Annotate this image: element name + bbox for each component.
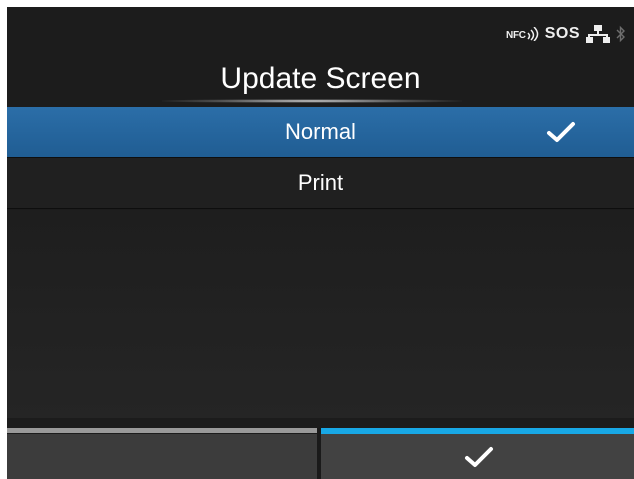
softkey-left-indicator [7,428,317,433]
softkey-left-button[interactable] [7,434,317,479]
nfc-icon: NFC [506,27,539,41]
option-print[interactable]: Print [7,158,634,209]
confirm-button[interactable] [321,434,634,479]
option-label: Normal [285,119,356,144]
option-list: Normal Print [7,107,634,209]
empty-list-area [7,210,634,418]
check-icon [547,122,575,142]
nfc-label: NFC [506,30,526,41]
page-title: Update Screen [220,62,421,95]
option-normal[interactable]: Normal [7,107,634,158]
check-icon [465,447,493,467]
sos-icon: SOS [544,25,580,42]
title-underline [162,99,462,103]
nfc-waves-icon [527,27,538,41]
printer-screen: NFC SOS Update Screen Normal Print [7,7,634,479]
option-label: Print [297,170,344,195]
status-bar: NFC SOS [506,22,626,46]
network-icon [586,25,610,43]
bluetooth-icon [616,25,625,43]
softkey-bar [7,418,634,479]
